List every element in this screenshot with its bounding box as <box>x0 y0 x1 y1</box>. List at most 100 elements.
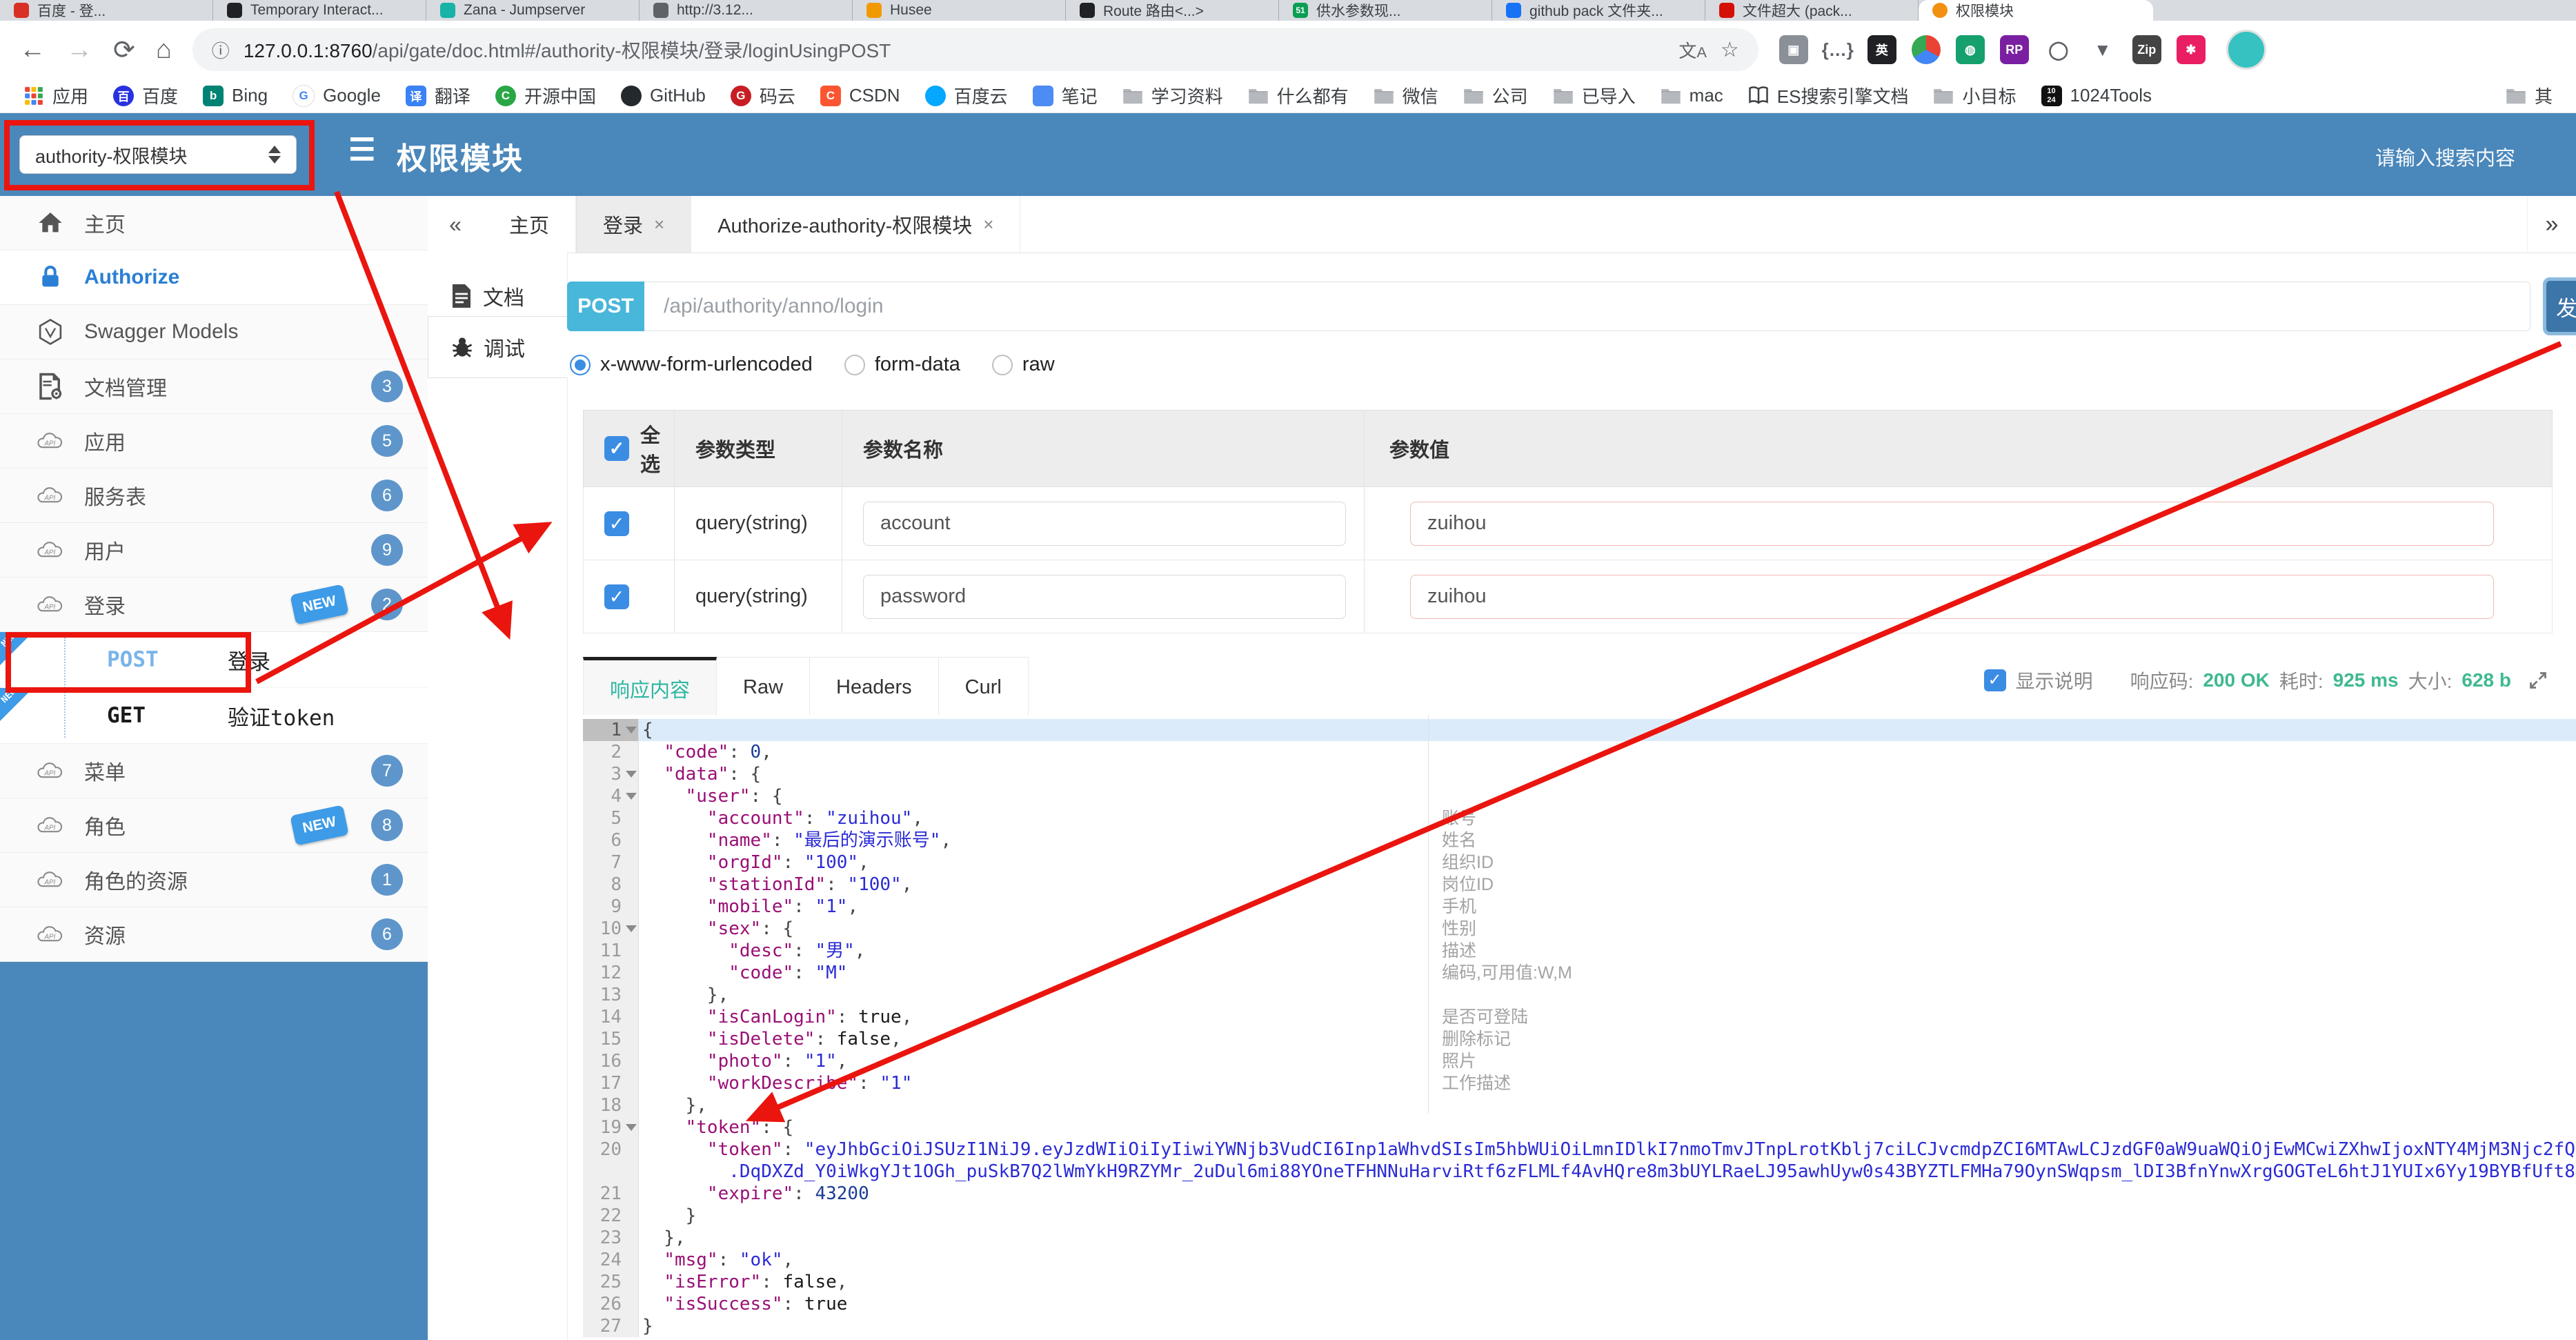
sidebar-item[interactable]: API 服务表 6 <box>0 469 428 523</box>
bookmark-item[interactable]: 小目标 <box>1933 83 2017 108</box>
translate-icon[interactable]: 文A <box>1678 37 1706 63</box>
browser-tab[interactable]: Route 路由<...> <box>1066 0 1279 21</box>
send-button[interactable]: 发 <box>2543 277 2576 335</box>
fullscreen-icon[interactable] <box>2528 670 2548 691</box>
fold-arrow-icon[interactable] <box>626 793 637 800</box>
json-response-editor[interactable]: 1 2 3 4 5 6 7 8 9 10 11 12 13 14 15 16 17 18 19 20 21 22 23 24 2… <box>583 715 2576 1340</box>
module-select[interactable]: authority-权限模块 <box>19 135 297 174</box>
content-tab[interactable]: Authorize-authority-权限模块 × <box>691 196 1021 253</box>
row-checkbox[interactable]: ✓ <box>604 584 629 609</box>
asterisk-ext-icon[interactable]: ✱ <box>2176 35 2206 64</box>
bookmark-item[interactable]: GitHub <box>620 85 706 106</box>
sidebar-item[interactable]: API 用户 9 <box>0 523 428 578</box>
content-tab[interactable]: 登录 × <box>576 196 692 253</box>
back-icon[interactable]: ← <box>19 35 46 65</box>
browser-tab[interactable]: Husee <box>853 0 1066 21</box>
body-type-option[interactable]: form-data <box>844 353 960 376</box>
content-tab[interactable]: 主页 <box>483 196 577 253</box>
radio-icon[interactable] <box>844 354 865 375</box>
bookmark-item[interactable]: G Google <box>293 84 381 107</box>
screenshot-ext-icon[interactable]: ▣ <box>1779 35 1808 64</box>
param-value-input[interactable]: zuihou <box>1410 501 2494 546</box>
param-name-input[interactable]: account <box>863 501 1346 546</box>
param-name-input[interactable]: password <box>863 574 1346 619</box>
bookmark-item[interactable]: 什么都有 <box>1248 83 1349 108</box>
gitzip-ext-icon[interactable]: Zip <box>2132 35 2161 64</box>
browser-tab[interactable]: 51 供水参数现... <box>1279 0 1492 21</box>
browser-tab[interactable]: Temporary Interact... <box>213 0 426 21</box>
bookmark-item[interactable]: C CSDN <box>820 85 900 106</box>
body-type-option[interactable]: x-www-form-urlencoded <box>570 353 813 376</box>
row-checkbox[interactable]: ✓ <box>604 511 629 536</box>
sidebar-item[interactable]: Swagger Models <box>0 305 428 359</box>
request-url-input[interactable]: /api/authority/anno/login <box>644 282 2530 331</box>
en-translate-ext-icon[interactable]: 英 <box>1867 35 1896 64</box>
bookmark-item[interactable]: b Bing <box>203 85 268 106</box>
globe-ext-icon[interactable]: ◍ <box>1955 35 1985 64</box>
sidebar-item[interactable]: API 登录 NEW 2 <box>0 578 428 632</box>
bookmark-item[interactable]: 微信 <box>1374 83 1438 108</box>
response-tab[interactable]: Curl <box>938 657 1029 718</box>
response-tab[interactable]: Headers <box>810 657 939 718</box>
collapse-tabs-button[interactable]: « <box>428 196 483 253</box>
body-type-option[interactable]: raw <box>991 353 1055 376</box>
param-value-input[interactable]: zuihou <box>1410 574 2494 619</box>
address-bar[interactable]: ⓘ 127.0.0.1:8760/api/gate/doc.html#/auth… <box>192 28 1758 71</box>
bookmark-item[interactable]: C 开源中国 <box>495 83 596 108</box>
response-tab[interactable]: 响应内容 <box>583 657 717 718</box>
reload-icon[interactable]: ⟳ <box>113 35 135 66</box>
chrome-colorful-ext-icon[interactable] <box>1911 35 1941 64</box>
sidebar-endpoint-get[interactable]: NEW GET 验证token <box>0 687 428 743</box>
bookmark-item[interactable]: G 码云 <box>730 83 795 108</box>
ring-ext-icon[interactable]: ◯ <box>2044 35 2073 64</box>
bookmark-item[interactable]: 10 24 1024Tools <box>2041 85 2152 106</box>
bookmark-star-icon[interactable]: ☆ <box>1721 38 1739 62</box>
more-tabs-button[interactable]: » <box>2527 196 2576 253</box>
doc-nav-item-debug[interactable]: 调试 <box>428 316 568 378</box>
fold-arrow-icon[interactable] <box>626 1124 637 1131</box>
axure-rp-ext-icon[interactable]: RP <box>1999 35 2029 64</box>
bookmark-item[interactable]: ES搜索引擎文档 <box>1748 83 1908 108</box>
fold-arrow-icon[interactable] <box>626 771 637 778</box>
fold-arrow-icon[interactable] <box>626 727 637 733</box>
profile-avatar[interactable] <box>2226 30 2266 70</box>
header-search-input[interactable]: 请输入搜索内容 <box>2375 142 2515 171</box>
close-tab-icon[interactable]: × <box>654 214 664 235</box>
browser-tab[interactable]: http://3.12... <box>640 0 853 21</box>
close-tab-icon[interactable]: × <box>983 214 993 235</box>
radio-icon[interactable] <box>991 354 1013 375</box>
sidebar-item[interactable]: 文档管理 3 <box>0 359 428 414</box>
forward-icon[interactable]: → <box>66 35 92 65</box>
browser-tab[interactable]: 权限模块 <box>1919 0 2153 21</box>
sidebar-item[interactable]: Authorize <box>0 250 428 305</box>
fold-arrow-icon[interactable] <box>626 925 637 932</box>
bookmark-item[interactable]: 应用 <box>23 83 88 108</box>
bookmark-item[interactable]: 学习资料 <box>1122 83 1223 108</box>
bookmark-item[interactable]: 公司 <box>1463 83 1528 108</box>
sidebar-item[interactable]: API 资源 6 <box>0 907 428 962</box>
info-icon[interactable]: ⓘ <box>212 37 230 63</box>
show-desc-checkbox[interactable]: ✓ <box>1983 669 2006 691</box>
bookmark-overflow-folder[interactable]: 其 <box>2506 83 2553 108</box>
bookmark-item[interactable]: 笔记 <box>1032 83 1098 108</box>
sidebar-item[interactable]: API 角色 NEW 8 <box>0 798 428 853</box>
home-icon[interactable]: ⌂ <box>156 35 172 65</box>
chevron-ext-icon[interactable]: ▼ <box>2088 35 2117 64</box>
browser-tab[interactable]: 文件超大 (pack... <box>1705 0 1919 21</box>
browser-tab[interactable]: Zana - Jumpserver <box>426 0 640 21</box>
sidebar-endpoint-post[interactable]: NEW POST 登录 <box>0 631 428 688</box>
browser-tab[interactable]: 百度 - 登... <box>0 0 213 21</box>
bookmark-item[interactable]: 已导入 <box>1553 83 1636 108</box>
sidebar-item[interactable]: API 菜单 7 <box>0 744 428 798</box>
radio-icon[interactable] <box>570 354 591 375</box>
menu-icon[interactable]: ☰ <box>348 132 375 168</box>
sidebar-item[interactable]: API 角色的资源 1 <box>0 853 428 907</box>
json-brackets-ext-icon[interactable]: {…} <box>1822 35 1854 64</box>
bookmark-item[interactable]: 百度云 <box>924 83 1008 108</box>
bookmark-item[interactable]: 百百度 <box>113 83 178 108</box>
bookmark-item[interactable]: 译翻译 <box>405 83 470 108</box>
sidebar-item[interactable]: API 应用 5 <box>0 414 428 469</box>
browser-tab[interactable]: github pack 文件夹... <box>1492 0 1705 21</box>
bookmark-item[interactable]: mac <box>1661 85 1723 106</box>
select-all-checkbox[interactable]: ✓ <box>604 436 629 461</box>
